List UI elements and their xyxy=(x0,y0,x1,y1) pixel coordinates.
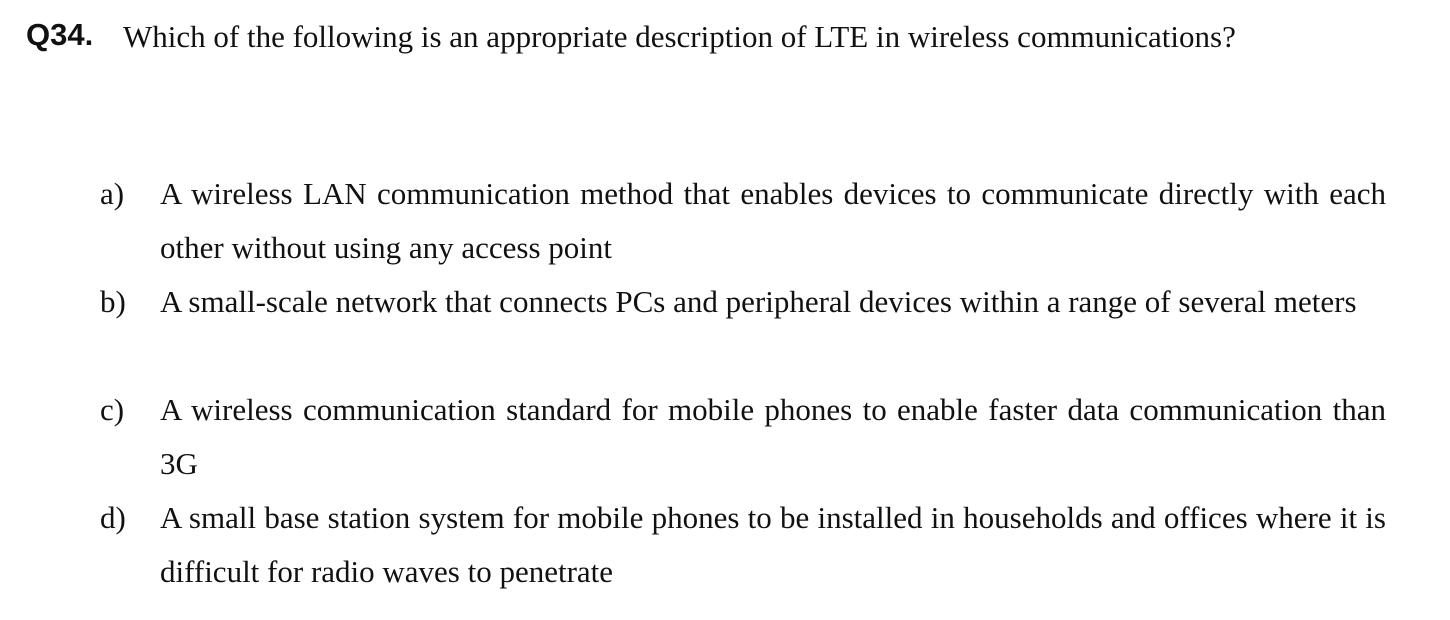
option-c[interactable]: c) A wireless communication standard for… xyxy=(100,383,1386,491)
option-text: A wireless LAN communication method that… xyxy=(160,176,1386,265)
option-letter: b) xyxy=(100,284,126,319)
question-text: Which of the following is an appropriate… xyxy=(123,19,1236,54)
question-number: Q34. xyxy=(26,17,94,52)
option-letter: d) xyxy=(100,500,126,535)
option-d[interactable]: d) A small base station system for mobil… xyxy=(100,491,1386,599)
question-page: Q34. Which of the following is an approp… xyxy=(0,0,1450,620)
option-text: A small base station system for mobile p… xyxy=(160,500,1386,589)
option-b[interactable]: b) A small-scale network that connects P… xyxy=(100,275,1386,383)
option-text: A wireless communication standard for mo… xyxy=(160,392,1386,481)
option-letter: c) xyxy=(100,392,125,427)
option-letter: a) xyxy=(100,176,125,211)
option-text: A small-scale network that connects PCs … xyxy=(160,284,1357,319)
option-a[interactable]: a) A wireless LAN communication method t… xyxy=(100,167,1386,275)
